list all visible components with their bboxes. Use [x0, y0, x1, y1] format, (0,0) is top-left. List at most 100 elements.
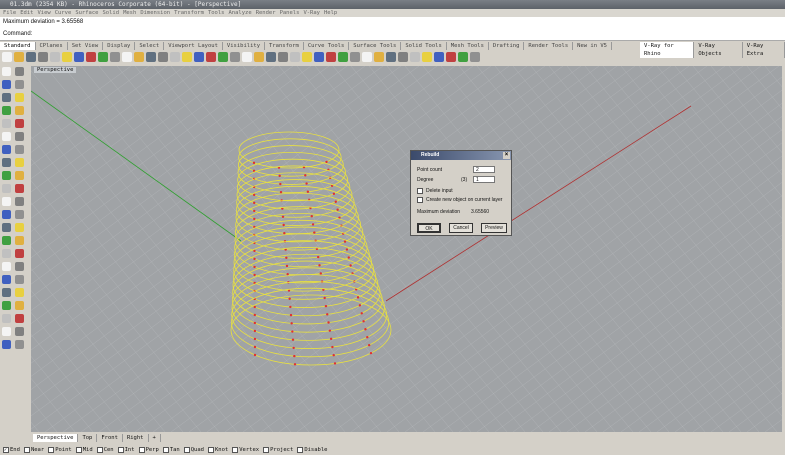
tool-icon[interactable] [15, 80, 24, 89]
osnap-disable[interactable]: Disable [297, 446, 328, 454]
toolbar-button-icon[interactable] [218, 52, 228, 62]
tool-icon[interactable] [2, 106, 11, 115]
menu-item[interactable]: Surface [75, 10, 98, 16]
tool-icon[interactable] [2, 301, 11, 310]
tool-icon[interactable] [2, 327, 11, 336]
toolbar-button-icon[interactable] [122, 52, 132, 62]
checkbox-icon[interactable] [208, 447, 214, 453]
toolbar-tab[interactable]: Drafting [489, 42, 525, 50]
menu-item[interactable]: Help [324, 10, 337, 16]
vray-tab[interactable]: V-Ray for Rhino [640, 42, 695, 58]
osnap-end[interactable]: ✓ End [3, 446, 20, 454]
checkbox-icon[interactable] [263, 447, 270, 453]
toolbar-tab[interactable]: Mesh Tools [447, 42, 489, 50]
toolbar-button-icon[interactable] [314, 52, 324, 62]
toolbar-button-icon[interactable] [2, 52, 12, 62]
tool-icon[interactable] [15, 184, 24, 193]
toolbar-button-icon[interactable] [62, 52, 72, 62]
tool-icon[interactable] [2, 262, 11, 271]
tool-icon[interactable] [2, 210, 11, 219]
toolbar-button-icon[interactable] [326, 52, 336, 62]
menu-item[interactable]: Solid [103, 10, 120, 16]
toolbar-button-icon[interactable] [98, 52, 108, 62]
menu-item[interactable]: Render [256, 10, 276, 16]
checkbox-icon[interactable] [23, 447, 30, 453]
toolbar-tab[interactable]: New in V5 [573, 42, 612, 50]
degree-input[interactable]: 1 [473, 176, 495, 183]
toolbar-button-icon[interactable] [254, 52, 264, 62]
toolbar-tab[interactable]: Visibility [223, 42, 266, 50]
tool-icon[interactable] [15, 197, 24, 206]
osnap-tan[interactable]: Tan [162, 446, 180, 454]
viewport-tab[interactable]: Right [123, 434, 149, 442]
viewport-label[interactable]: Perspective [34, 67, 77, 73]
menu-item[interactable]: Edit [20, 10, 33, 16]
toolbar-button-icon[interactable] [350, 52, 360, 62]
osnap-knot[interactable]: Knot [208, 446, 228, 454]
tool-icon[interactable] [15, 132, 24, 141]
osnap-perp[interactable]: Perp [138, 446, 159, 454]
toolbar-tab[interactable]: Viewport Layout [164, 42, 223, 50]
toolbar-tab[interactable]: CPlanes [36, 42, 68, 50]
osnap-int[interactable]: Int [117, 446, 135, 454]
tool-icon[interactable] [2, 145, 11, 154]
toolbar-button-icon[interactable] [182, 52, 192, 62]
tool-icon[interactable] [15, 262, 24, 271]
toolbar-button-icon[interactable] [338, 52, 348, 62]
tool-icon[interactable] [2, 67, 11, 76]
viewport-tab[interactable]: Top [78, 434, 98, 442]
osnap-project[interactable]: Project [263, 446, 293, 454]
checkbox-icon[interactable]: ✓ [3, 447, 9, 453]
tool-icon[interactable] [2, 288, 11, 297]
toolbar-button-icon[interactable] [410, 52, 420, 62]
menu-item[interactable]: Tools [208, 10, 225, 16]
toolbar-button-icon[interactable] [470, 52, 480, 62]
tool-icon[interactable] [15, 93, 24, 102]
toolbar-button-icon[interactable] [422, 52, 432, 62]
toolbar-button-icon[interactable] [170, 52, 180, 62]
toolbar-button-icon[interactable] [386, 52, 396, 62]
menu-item[interactable]: View [38, 10, 51, 16]
checkbox-icon[interactable] [117, 447, 124, 453]
toolbar-tab[interactable]: Render Tools [524, 42, 574, 50]
delete-input-checkbox[interactable]: Delete input [417, 188, 453, 194]
tool-icon[interactable] [15, 288, 24, 297]
command-area[interactable]: Maximum deviation = 3.65568 Command: [0, 17, 785, 41]
tool-icon[interactable] [2, 197, 11, 206]
toolbar-button-icon[interactable] [302, 52, 312, 62]
tool-icon[interactable] [2, 340, 11, 349]
toolbar-button-icon[interactable] [434, 52, 444, 62]
ok-button[interactable]: OK [417, 223, 441, 233]
toolbar-button-icon[interactable] [38, 52, 48, 62]
tool-icon[interactable] [15, 145, 24, 154]
vray-tab[interactable]: V-Ray Objects [694, 42, 743, 58]
cancel-button[interactable]: Cancel [449, 223, 473, 233]
toolbar-button-icon[interactable] [14, 52, 24, 62]
preview-button[interactable]: Preview [481, 223, 507, 233]
menu-item[interactable]: Mesh [123, 10, 136, 16]
toolbar-button-icon[interactable] [146, 52, 156, 62]
toolbar-button-icon[interactable] [206, 52, 216, 62]
tool-icon[interactable] [2, 171, 11, 180]
osnap-cen[interactable]: Cen [96, 446, 114, 454]
tool-icon[interactable] [2, 158, 11, 167]
tool-icon[interactable] [15, 249, 24, 258]
tool-icon[interactable] [15, 236, 24, 245]
osnap-near[interactable]: Near [23, 446, 44, 454]
toolbar-button-icon[interactable] [158, 52, 168, 62]
toolbar-button-icon[interactable] [458, 52, 468, 62]
perspective-viewport[interactable]: Perspective [31, 66, 782, 432]
toolbar-button-icon[interactable] [230, 52, 240, 62]
toolbar-tab[interactable]: Transform [265, 42, 304, 50]
tool-icon[interactable] [15, 340, 24, 349]
toolbar-button-icon[interactable] [26, 52, 36, 62]
toolbar-button-icon[interactable] [74, 52, 84, 62]
tool-icon[interactable] [2, 80, 11, 89]
tool-icon[interactable] [15, 158, 24, 167]
tool-icon[interactable] [2, 275, 11, 284]
checkbox-icon[interactable] [75, 447, 82, 453]
osnap-vertex[interactable]: Vertex [232, 446, 259, 454]
menu-item[interactable]: Curve [55, 10, 72, 16]
toolbar-tab[interactable]: Surface Tools [349, 42, 402, 50]
toolbar-tab[interactable]: Select [135, 42, 165, 50]
